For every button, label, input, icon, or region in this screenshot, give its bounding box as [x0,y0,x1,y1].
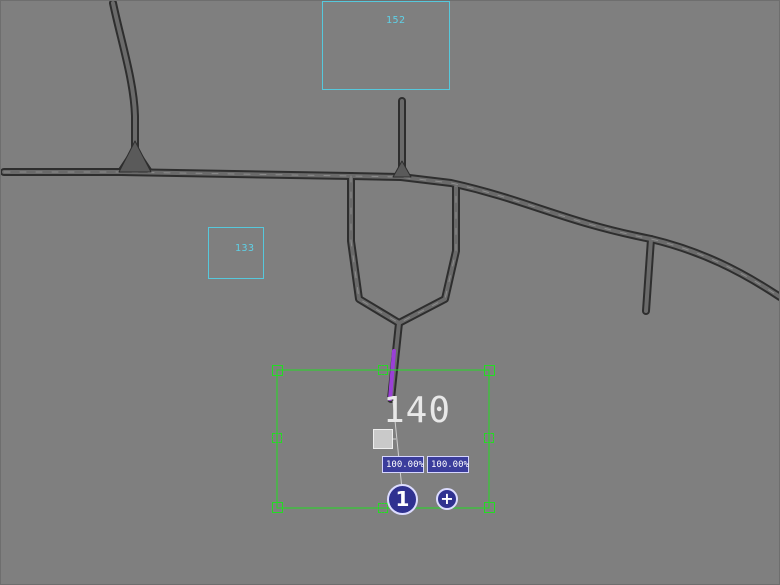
resize-handle-right[interactable] [484,433,494,443]
scale-x-badge[interactable]: 100.00% [382,456,424,473]
zone-label: 133 [235,243,255,254]
order-number-button[interactable]: 1 [387,484,418,515]
resize-handle-top-right[interactable] [484,365,495,376]
resize-handle-bottom[interactable] [378,503,388,513]
resize-handle-bottom-right[interactable] [484,502,495,513]
scale-y-badge[interactable]: 100.00% [427,456,469,473]
map-editor-canvas[interactable]: 152 133 140 100.00% 100.00% 1 + [0,0,780,585]
square-handle-icon[interactable] [373,429,393,449]
selected-value-label: 140 [383,390,452,431]
resize-handle-top[interactable] [378,365,388,375]
resize-handle-top-left[interactable] [272,365,283,376]
resize-handle-left[interactable] [272,433,282,443]
resize-handle-bottom-left[interactable] [272,502,283,513]
zone-label: 152 [386,15,406,26]
plus-icon[interactable]: + [436,488,458,510]
